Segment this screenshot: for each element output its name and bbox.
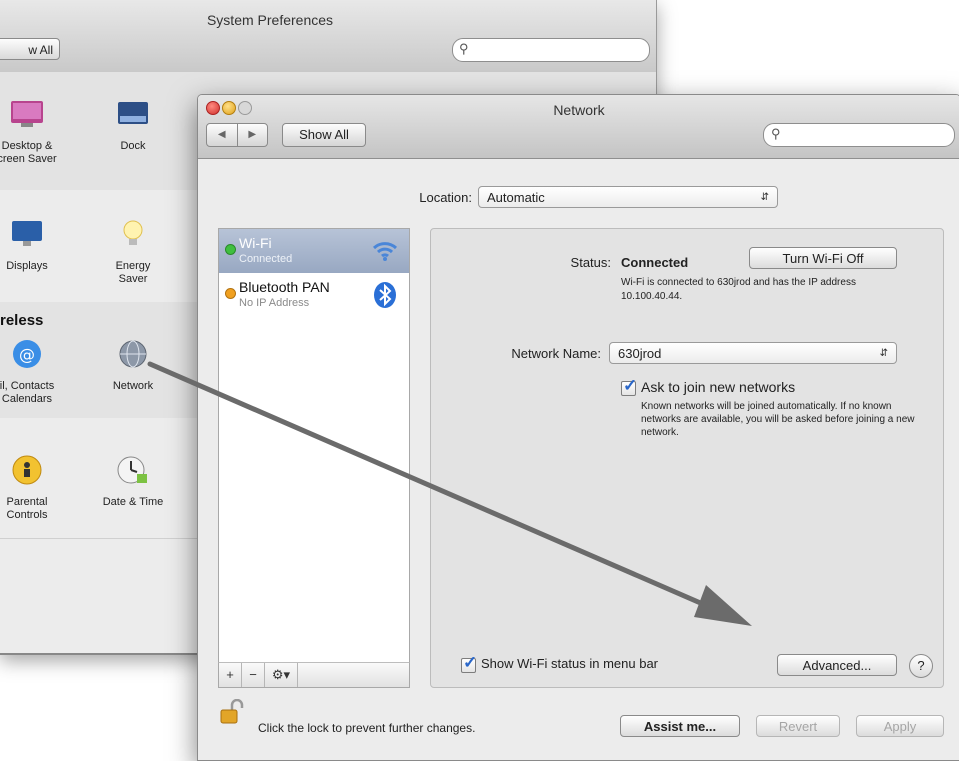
turn-wifi-off-button[interactable]: Turn Wi-Fi Off xyxy=(749,247,897,269)
pref-energy-saver[interactable]: Energy Saver xyxy=(88,218,178,286)
pref-label: il, Contacts Calendars xyxy=(0,380,55,405)
service-item-bluetooth-pan[interactable]: Bluetooth PAN No IP Address xyxy=(219,273,409,317)
popup-arrows-icon: ⇵ xyxy=(879,348,888,359)
window-title: System Preferences xyxy=(206,12,334,28)
pref-label: Parental Controls xyxy=(6,496,48,521)
back-arrow-icon[interactable]: ◀ xyxy=(207,124,238,146)
lock-label: Click the lock to prevent further change… xyxy=(258,721,476,735)
service-detail-pane: Status: Connected Turn Wi-Fi Off Wi-Fi i… xyxy=(430,228,944,688)
assist-me-button[interactable]: Assist me... xyxy=(620,715,740,737)
network-toolbar: Network ◀ ▶ Show All ⚲ xyxy=(198,95,959,159)
lightbulb-icon xyxy=(123,220,143,245)
bluetooth-icon xyxy=(374,282,396,308)
apply-button[interactable]: Apply xyxy=(856,715,944,737)
network-globe-icon xyxy=(119,340,147,368)
forward-arrow-icon[interactable]: ▶ xyxy=(238,124,268,146)
pref-desktop-screensaver[interactable]: Desktop & creen Saver xyxy=(0,98,72,166)
status-description: Wi-Fi is connected to 630jrod and has th… xyxy=(621,277,856,302)
clock-icon xyxy=(117,456,147,484)
status-dot-icon xyxy=(225,244,236,255)
ask-join-description: Known networks will be joined automatica… xyxy=(641,401,915,438)
svg-text:@: @ xyxy=(19,345,35,364)
ask-join-checkbox[interactable]: ✓ xyxy=(621,376,637,396)
checkmark-icon: ✓ xyxy=(463,653,478,672)
at-sign-icon: @ xyxy=(13,340,41,368)
dock-icon xyxy=(118,102,148,124)
location-label: Location: xyxy=(419,190,472,205)
pref-label: Dock xyxy=(120,140,146,152)
network-window: Network ◀ ▶ Show All ⚲ Location: Automat… xyxy=(197,94,959,761)
ask-join-label: Ask to join new networks xyxy=(641,379,796,395)
advanced-button[interactable]: Advanced... xyxy=(777,654,897,676)
popup-arrows-icon: ⇵ xyxy=(760,192,769,203)
back-forward-control: ◀ ▶ xyxy=(206,123,268,147)
gear-menu-button[interactable]: ⚙▾ xyxy=(265,663,298,687)
search-icon: ⚲ xyxy=(459,41,469,56)
service-list: Wi-Fi Connected Bluetooth PAN No IP Addr… xyxy=(218,228,410,688)
show-wifi-status-label: Show Wi-Fi status in menu bar xyxy=(481,656,659,671)
show-all-button[interactable]: w All xyxy=(0,38,60,60)
status-label: Status: xyxy=(570,255,611,270)
network-name-popup[interactable]: 630jrod ⇵ xyxy=(609,342,897,364)
pref-parental-controls[interactable]: Parental Controls xyxy=(0,454,72,522)
network-name-label: Network Name: xyxy=(511,346,601,361)
search-icon: ⚲ xyxy=(771,126,781,141)
service-status: Connected xyxy=(239,253,293,265)
parental-controls-icon xyxy=(12,455,42,485)
show-wifi-status-checkbox[interactable]: ✓ xyxy=(461,653,477,673)
pref-label: Energy Saver xyxy=(115,260,151,285)
service-name: Bluetooth PAN xyxy=(239,279,330,295)
service-status: No IP Address xyxy=(239,297,310,309)
service-item-wifi[interactable]: Wi-Fi Connected xyxy=(219,229,409,273)
pref-label: Desktop & creen Saver xyxy=(0,140,57,165)
location-popup[interactable]: Automatic ⇵ xyxy=(478,186,778,208)
revert-button[interactable]: Revert xyxy=(756,715,840,737)
system-preferences-toolbar: System Preferences w All ⚲ xyxy=(0,0,656,73)
network-name-value: 630jrod xyxy=(618,346,662,361)
help-button[interactable]: ? xyxy=(909,654,933,678)
pref-mail-contacts[interactable]: @ il, Contacts Calendars xyxy=(0,338,72,406)
pref-network[interactable]: Network xyxy=(88,338,178,393)
desktop-icon xyxy=(11,101,43,127)
pref-label: Network xyxy=(112,380,154,392)
search-field[interactable]: ⚲ xyxy=(763,123,955,147)
display-icon xyxy=(12,221,42,246)
service-list-controls: + − ⚙▾ xyxy=(218,662,410,688)
add-service-button[interactable]: + xyxy=(219,663,242,687)
wifi-icon xyxy=(372,242,398,261)
status-dot-icon xyxy=(225,288,236,299)
pref-date-time[interactable]: Date & Time xyxy=(88,454,178,509)
pref-label: Displays xyxy=(6,260,48,272)
window-title: Network xyxy=(553,102,605,118)
remove-service-button[interactable]: − xyxy=(242,663,265,687)
checkmark-icon: ✓ xyxy=(623,376,638,395)
pref-label: Date & Time xyxy=(102,496,164,508)
lock-open-icon[interactable] xyxy=(220,699,244,725)
section-header: reless xyxy=(0,312,44,329)
location-value: Automatic xyxy=(487,190,545,205)
search-field[interactable]: ⚲ xyxy=(452,38,650,62)
pref-displays[interactable]: Displays xyxy=(0,218,72,273)
pref-dock[interactable]: Dock xyxy=(88,98,178,153)
show-all-button[interactable]: Show All xyxy=(282,123,366,147)
service-name: Wi-Fi xyxy=(239,235,272,251)
status-value: Connected xyxy=(621,255,689,270)
